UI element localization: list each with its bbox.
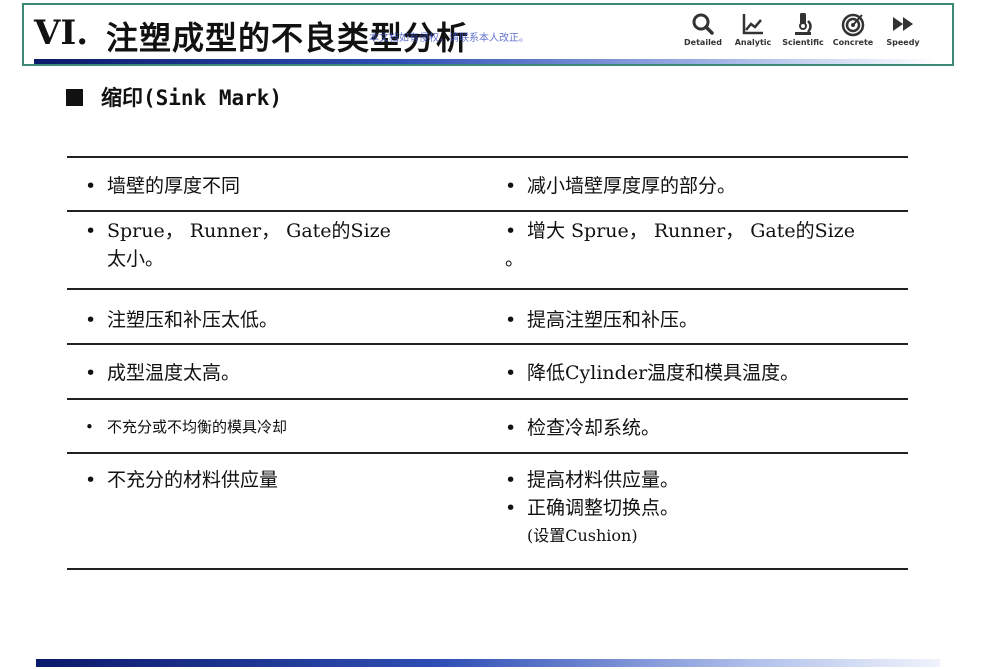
cause-text: Sprue， Runner， Gate的Size <box>107 220 391 242</box>
cause-cell: • 不充分的材料供应量 <box>85 466 475 494</box>
cause-cell: • 注塑压和补压太低。 <box>85 306 475 334</box>
icon-scientific: Scientific <box>778 11 828 47</box>
solution-text: 降低Cylinder温度和模具温度。 <box>527 362 800 384</box>
bullet: • <box>505 220 517 242</box>
bullet: • <box>85 418 94 436</box>
bullet: • <box>505 469 517 491</box>
table-row: • Sprue， Runner， Gate的Size 太小。 • 增大 Sprue，… <box>67 210 908 288</box>
fast-forward-icon <box>893 17 913 31</box>
cause-text: 注塑压和补压太低。 <box>107 309 279 331</box>
bullet: • <box>505 417 517 439</box>
cause-text: 不充分的材料供应量 <box>107 469 279 491</box>
table-row: • 不充分的材料供应量 • 提高材料供应量。 • 正确调整切换点。 (设置Cushio… <box>67 452 908 570</box>
solution-text: 正确调整切换点。 <box>527 497 680 519</box>
cause-cell: • Sprue， Runner， Gate的Size 太小。 <box>85 217 475 273</box>
table-row: • 成型温度太高。 • 降低Cylinder温度和模具温度。 <box>67 343 908 398</box>
footer-gradient-bar <box>36 659 940 667</box>
microscope-icon <box>795 13 812 35</box>
solution-text: 。 <box>505 248 525 270</box>
cause-cell: • 不充分或不均衡的模具冷却 <box>85 413 475 441</box>
solution-text: 增大 Sprue， Runner， Gate的Size <box>527 220 855 242</box>
brand-icons: Detailed Analytic Scientific Concrete Sp… <box>678 11 928 47</box>
icon-speedy: Speedy <box>878 11 928 47</box>
cause-text: 太小。 <box>107 248 165 270</box>
bullet: • <box>85 362 97 384</box>
section-heading: 缩印(Sink Mark) <box>66 82 282 112</box>
header-gradient-bar <box>34 59 939 64</box>
bullet: • <box>85 175 97 197</box>
solution-cell: • 提高材料供应量。 • 正确调整切换点。 (设置Cushion) <box>505 466 905 550</box>
chart-icon <box>742 14 763 35</box>
bullet: • <box>85 309 97 331</box>
icon-label: Scientific <box>782 38 824 47</box>
table-row: • 注塑压和补压太低。 • 提高注塑压和补压。 <box>67 288 908 343</box>
bullet: • <box>85 220 97 242</box>
icon-analytic: Analytic <box>728 11 778 47</box>
solution-cell: • 降低Cylinder温度和模具温度。 <box>505 359 905 387</box>
bullet: • <box>505 497 517 519</box>
target-icon <box>841 13 865 37</box>
bullet: • <box>85 469 97 491</box>
solution-text: 提高材料供应量。 <box>527 469 680 491</box>
cause-cell: • 墙壁的厚度不同 <box>85 172 475 200</box>
bullet <box>85 245 107 273</box>
note-text: (设置Cushion) <box>527 526 638 545</box>
section-title: 缩印(Sink Mark) <box>101 86 283 110</box>
bullet <box>483 245 505 273</box>
solution-cell: • 减小墙壁厚度厚的部分。 <box>505 172 905 200</box>
table-row: • 不充分或不均衡的模具冷却 • 检查冷却系统。 <box>67 398 908 452</box>
icon-detailed: Detailed <box>678 11 728 47</box>
solution-text: 提高注塑压和补压。 <box>527 309 699 331</box>
cause-cell: • 成型温度太高。 <box>85 359 475 387</box>
bullet: • <box>505 175 517 197</box>
cause-text: 不充分或不均衡的模具冷却 <box>107 418 288 436</box>
defect-table: • 墙壁的厚度不同 • 减小墙壁厚度厚的部分。 • Sprue， Runner， Ga… <box>67 156 908 570</box>
icon-label: Detailed <box>684 38 722 47</box>
slide-header: VI. 注塑成型的不良类型分析 本文档如有侵权，请联系本人改正。 Detaile… <box>22 3 954 66</box>
cause-text: 墙壁的厚度不同 <box>107 175 241 197</box>
solution-text: 检查冷却系统。 <box>527 417 661 439</box>
solution-text: 减小墙壁厚度厚的部分。 <box>527 175 737 197</box>
solution-cell: • 增大 Sprue， Runner， Gate的Size 。 <box>505 217 905 273</box>
icon-label: Speedy <box>886 38 920 47</box>
square-bullet-icon <box>66 88 83 106</box>
watermark-text: 本文档如有侵权，请联系本人改正。 <box>369 33 529 44</box>
title-number: VI. <box>34 13 89 53</box>
icon-label: Analytic <box>734 38 772 47</box>
icon-label: Concrete <box>832 38 874 47</box>
solution-cell: • 检查冷却系统。 <box>505 414 905 442</box>
bullet: • <box>505 309 517 331</box>
search-icon <box>692 13 714 35</box>
solution-cell: • 提高注塑压和补压。 <box>505 306 905 334</box>
cause-text: 成型温度太高。 <box>107 362 241 384</box>
table-row: • 墙壁的厚度不同 • 减小墙壁厚度厚的部分。 <box>67 156 908 210</box>
icon-concrete: Concrete <box>828 11 878 47</box>
bullet: • <box>505 362 517 384</box>
